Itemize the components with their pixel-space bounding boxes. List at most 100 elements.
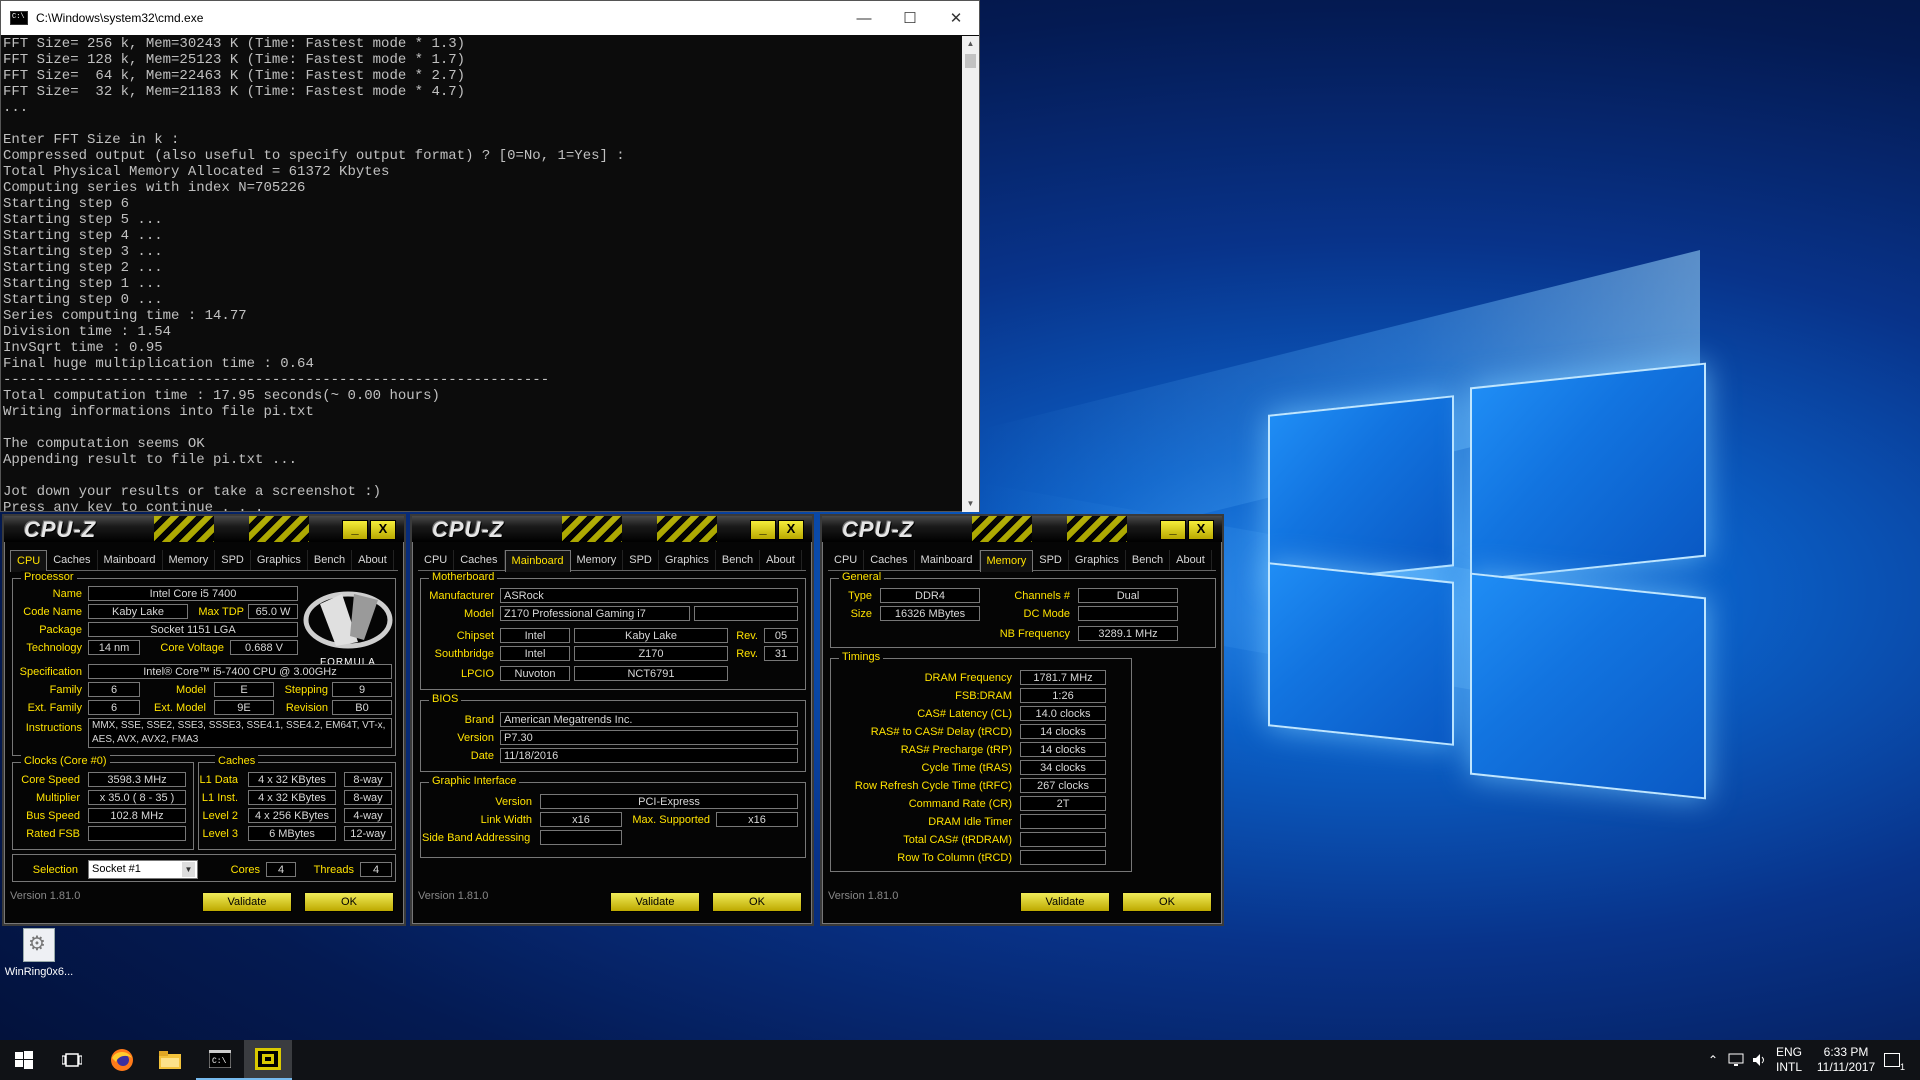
close-button[interactable]: ✕ bbox=[933, 1, 979, 35]
close-button[interactable]: X bbox=[778, 520, 804, 540]
volume-button[interactable] bbox=[1752, 1040, 1768, 1080]
scroll-down-icon[interactable]: ▼ bbox=[962, 496, 979, 512]
label: Size bbox=[850, 608, 872, 620]
tab-mainboard[interactable]: Mainboard bbox=[504, 550, 571, 572]
firefox-taskbar-button[interactable] bbox=[98, 1040, 146, 1080]
tab-about[interactable]: About bbox=[760, 550, 802, 570]
scroll-thumb[interactable] bbox=[965, 54, 976, 68]
cpu-name-value: Intel Core i5 7400 bbox=[88, 586, 298, 601]
firefox-icon bbox=[111, 1049, 133, 1071]
tab-cpu[interactable]: CPU bbox=[828, 550, 865, 570]
revision-value: B0 bbox=[332, 700, 392, 715]
socket-select[interactable]: Socket #1 ▼ bbox=[88, 860, 198, 879]
tab-caches[interactable]: Caches bbox=[47, 550, 98, 570]
cmd-app-icon[interactable] bbox=[10, 11, 28, 25]
minimize-button[interactable]: _ bbox=[750, 520, 776, 540]
validate-button[interactable]: Validate bbox=[610, 892, 700, 912]
l1-data-assoc: 8-way bbox=[344, 772, 392, 787]
clock[interactable]: 6:33 PM 11/11/2017 bbox=[1814, 1040, 1878, 1080]
tab-bench[interactable]: Bench bbox=[308, 550, 353, 570]
tdp-value: 65.0 W bbox=[248, 604, 298, 619]
tab-mainboard[interactable]: Mainboard bbox=[98, 550, 163, 570]
tab-mainboard[interactable]: Mainboard bbox=[915, 550, 980, 570]
tab-graphics[interactable]: Graphics bbox=[1069, 550, 1126, 570]
tab-spd[interactable]: SPD bbox=[215, 550, 251, 570]
label: Rev. bbox=[736, 648, 758, 660]
label: Link Width bbox=[480, 814, 532, 826]
console-line: FFT Size= 256 k, Mem=30243 K (Time: Fast… bbox=[3, 36, 466, 52]
maximize-button[interactable]: ☐ bbox=[887, 1, 933, 35]
console-line: The computation seems OK bbox=[3, 436, 205, 452]
tab-cpu[interactable]: CPU bbox=[10, 550, 48, 572]
cmd-window[interactable]: C:\Windows\system32\cmd.exe — ☐ ✕ FFT Si… bbox=[0, 0, 980, 512]
version-label: Version 1.81.0 bbox=[10, 890, 81, 902]
cmd-taskbar-button[interactable]: C:\ bbox=[196, 1040, 244, 1080]
timing-value bbox=[1020, 850, 1106, 865]
group-title: Processor bbox=[21, 571, 77, 583]
minimize-button[interactable]: — bbox=[841, 1, 887, 35]
cmd-titlebar[interactable]: C:\Windows\system32\cmd.exe — ☐ ✕ bbox=[1, 1, 979, 35]
start-button[interactable] bbox=[0, 1040, 48, 1080]
minimize-button[interactable]: _ bbox=[1160, 520, 1186, 540]
desktop-icon-winring0[interactable]: WinRing0x6... bbox=[2, 928, 76, 978]
group-title: Graphic Interface bbox=[429, 775, 520, 787]
label: Brand bbox=[464, 714, 494, 726]
ok-button[interactable]: OK bbox=[304, 892, 394, 912]
close-button[interactable]: X bbox=[1188, 520, 1214, 540]
tab-cpu[interactable]: CPU bbox=[418, 550, 455, 570]
multiplier-value: x 35.0 ( 8 - 35 ) bbox=[88, 790, 186, 805]
tab-bench[interactable]: Bench bbox=[1126, 550, 1171, 570]
cpuz-window-cpu[interactable]: CPU-Z _ X CPU Caches Mainboard Memory SPD Gra… bbox=[2, 514, 406, 926]
timing-value: 267 clocks bbox=[1020, 778, 1106, 793]
network-status-button[interactable] bbox=[1728, 1040, 1746, 1080]
tab-spd[interactable]: SPD bbox=[623, 550, 659, 570]
tab-graphics[interactable]: Graphics bbox=[251, 550, 308, 570]
tab-bench[interactable]: Bench bbox=[716, 550, 761, 570]
chevron-down-icon[interactable]: ▼ bbox=[182, 862, 195, 877]
tab-about[interactable]: About bbox=[1170, 550, 1212, 570]
file-explorer-button[interactable] bbox=[146, 1040, 194, 1080]
console-line: Starting step 1 ... bbox=[3, 276, 163, 292]
chipset-rev: 05 bbox=[764, 628, 798, 643]
validate-button[interactable]: Validate bbox=[202, 892, 292, 912]
scroll-up-icon[interactable]: ▲ bbox=[962, 36, 979, 52]
label: Manufacturer bbox=[429, 590, 494, 602]
tab-memory[interactable]: Memory bbox=[571, 550, 624, 570]
cpuz-window-memory[interactable]: CPU-Z _ X CPU Caches Mainboard Memory SPD Gra… bbox=[820, 514, 1224, 926]
validate-button[interactable]: Validate bbox=[1020, 892, 1110, 912]
codename-value: Kaby Lake bbox=[88, 604, 188, 619]
group-title: Timings bbox=[839, 651, 884, 663]
tab-memory[interactable]: Memory bbox=[979, 550, 1034, 572]
minimize-button[interactable]: _ bbox=[342, 520, 368, 540]
ok-button[interactable]: OK bbox=[712, 892, 802, 912]
timing-label: RAS# to CAS# Delay (tRCD) bbox=[870, 726, 1012, 738]
action-center-button[interactable]: 1 bbox=[1884, 1040, 1905, 1080]
tab-caches[interactable]: Caches bbox=[864, 550, 915, 570]
tab-graphics[interactable]: Graphics bbox=[659, 550, 716, 570]
cpuz-titlebar[interactable]: CPU-Z _ X bbox=[4, 516, 404, 542]
label: Cores bbox=[230, 864, 260, 876]
task-view-button[interactable] bbox=[48, 1040, 96, 1080]
vertical-scrollbar[interactable]: ▲ ▼ bbox=[962, 36, 979, 512]
ext-model-value: 9E bbox=[214, 700, 274, 715]
tab-about[interactable]: About bbox=[352, 550, 394, 570]
console-output[interactable]: FFT Size= 256 k, Mem=30243 K (Time: Fast… bbox=[3, 36, 961, 512]
tab-caches[interactable]: Caches bbox=[454, 550, 505, 570]
tab-memory[interactable]: Memory bbox=[163, 550, 216, 570]
l1-data-value: 4 x 32 KBytes bbox=[248, 772, 336, 787]
model-rev-value bbox=[694, 606, 798, 621]
cpuz-window-mainboard[interactable]: CPU-Z _ X CPU Caches Mainboard Memory SPD Gra… bbox=[410, 514, 814, 926]
ok-button[interactable]: OK bbox=[1122, 892, 1212, 912]
ext-family-value: 6 bbox=[88, 700, 140, 715]
label: Code Name bbox=[23, 606, 82, 618]
cpuz-taskbar-button[interactable] bbox=[244, 1040, 292, 1080]
tab-spd[interactable]: SPD bbox=[1033, 550, 1069, 570]
task-view-icon bbox=[62, 1053, 82, 1067]
cpuz-titlebar[interactable]: CPU-Z _ X bbox=[412, 516, 812, 542]
label: Stepping bbox=[284, 684, 328, 696]
console-line: FFT Size= 32 k, Mem=21183 K (Time: Faste… bbox=[3, 84, 466, 100]
cpuz-titlebar[interactable]: CPU-Z _ X bbox=[822, 516, 1222, 542]
close-button[interactable]: X bbox=[370, 520, 396, 540]
show-hidden-icons-button[interactable]: ⌃ bbox=[1708, 1040, 1718, 1080]
language-indicator[interactable]: ENG INTL bbox=[1776, 1040, 1802, 1080]
